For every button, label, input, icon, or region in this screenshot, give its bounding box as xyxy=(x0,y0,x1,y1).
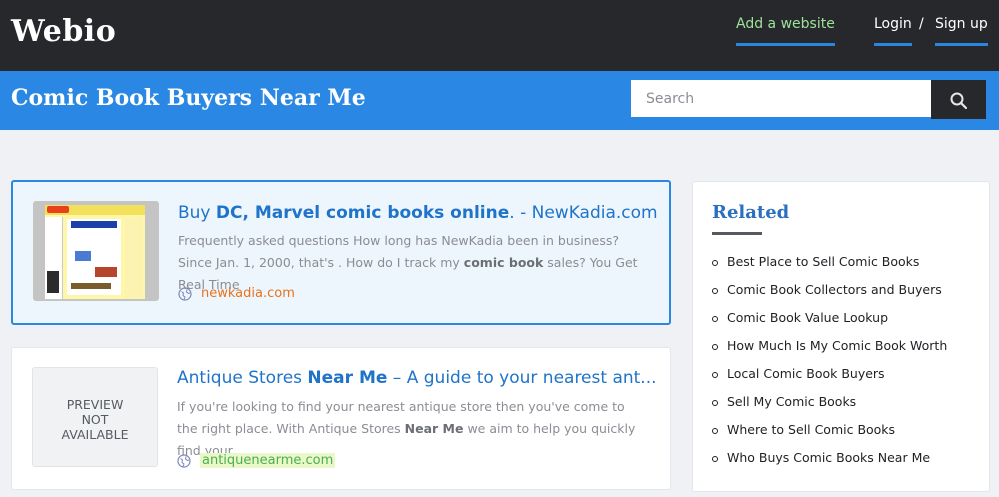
related-item[interactable]: How Much Is My Comic Book Worth xyxy=(712,338,947,366)
result-thumbnail[interactable] xyxy=(33,201,159,301)
login-underline xyxy=(874,43,912,46)
page-title: Comic Book Buyers Near Me xyxy=(11,85,366,111)
signup-link[interactable]: Sign up xyxy=(935,16,988,46)
preview-text-line: AVAILABLE xyxy=(61,427,129,442)
search-icon xyxy=(950,92,967,109)
title-bar: Comic Book Buyers Near Me xyxy=(0,71,999,130)
add-website-underline xyxy=(736,43,835,46)
result-title-link[interactable]: Buy DC, Marvel comic books online. - New… xyxy=(178,203,658,223)
top-navbar: Webio Add a website Login Sign up / xyxy=(0,0,999,71)
related-list: Best Place to Sell Comic Books Comic Boo… xyxy=(712,254,947,478)
result-title-link[interactable]: Antique Stores Near Me – A guide to your… xyxy=(177,368,657,388)
preview-text-line: PREVIEW xyxy=(66,397,124,412)
related-heading-underline xyxy=(712,232,762,235)
preview-placeholder[interactable]: PREVIEW NOT AVAILABLE xyxy=(32,367,158,467)
related-item[interactable]: Where to Sell Comic Books xyxy=(712,422,947,450)
related-item[interactable]: Comic Book Collectors and Buyers xyxy=(712,282,947,310)
site-logo[interactable]: Webio xyxy=(11,14,116,49)
login-link[interactable]: Login xyxy=(874,16,912,46)
signup-underline xyxy=(935,43,988,46)
nav-separator: / xyxy=(919,16,924,32)
related-panel: Related Best Place to Sell Comic Books C… xyxy=(692,181,990,492)
related-heading: Related xyxy=(712,202,790,223)
related-item[interactable]: Local Comic Book Buyers xyxy=(712,366,947,394)
related-item[interactable]: Best Place to Sell Comic Books xyxy=(712,254,947,282)
related-item[interactable]: Who Buys Comic Books Near Me xyxy=(712,450,947,478)
result-card[interactable]: Buy DC, Marvel comic books online. - New… xyxy=(11,180,671,325)
preview-text-line: NOT xyxy=(81,412,109,427)
search-button[interactable] xyxy=(931,80,986,119)
search-input[interactable] xyxy=(631,80,931,117)
globe-icon xyxy=(177,454,191,468)
add-website-link[interactable]: Add a website xyxy=(736,16,835,46)
related-item[interactable]: Sell My Comic Books xyxy=(712,394,947,422)
thumbnail-webpage xyxy=(45,205,145,299)
globe-icon xyxy=(178,287,192,301)
result-card[interactable]: PREVIEW NOT AVAILABLE Antique Stores Nea… xyxy=(11,347,671,490)
related-item[interactable]: Comic Book Value Lookup xyxy=(712,310,947,338)
